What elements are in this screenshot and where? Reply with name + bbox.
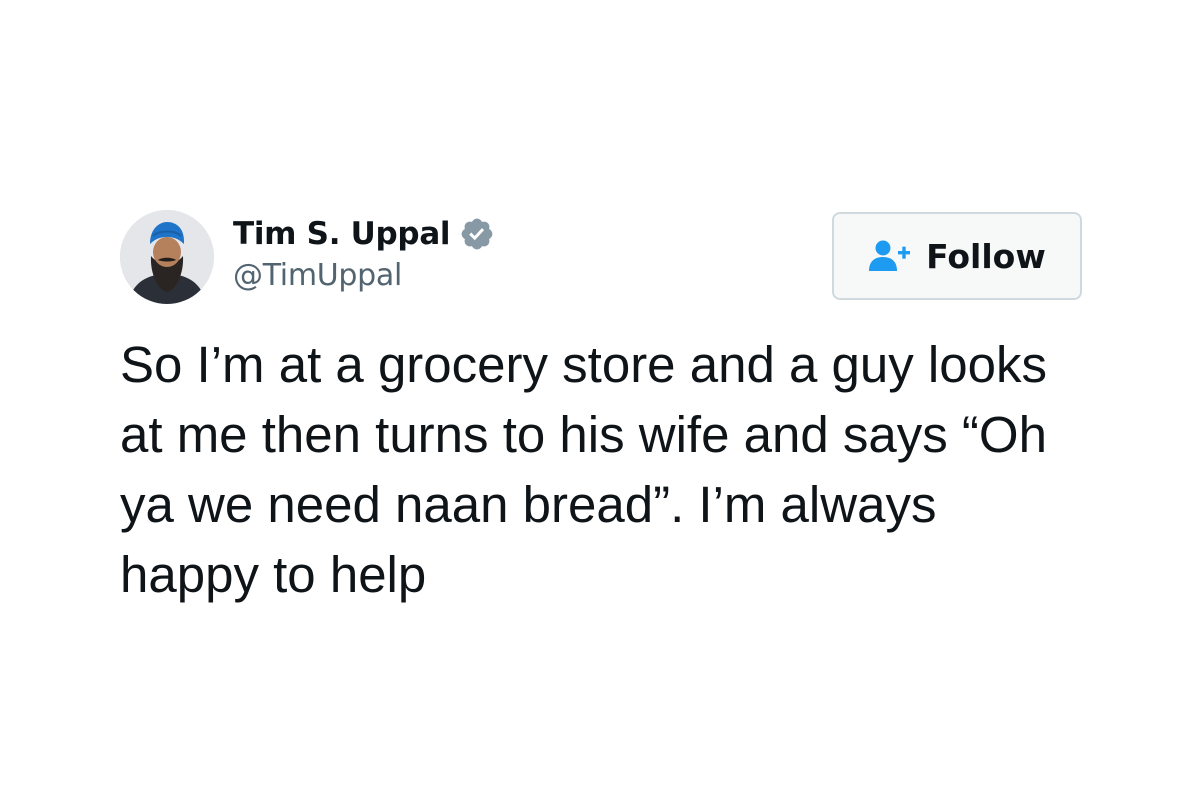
follow-button-label: Follow [926, 236, 1046, 276]
name-row: Tim S. Uppal [233, 214, 495, 254]
author-info: Tim S. Uppal @TimUppal [233, 214, 495, 293]
avatar[interactable] [120, 210, 214, 304]
tweet-card: Tim S. Uppal @TimUppal Follow So I’m at … [120, 210, 1082, 610]
author-display-name[interactable]: Tim S. Uppal [233, 216, 451, 252]
follow-button[interactable]: Follow [832, 212, 1082, 300]
add-user-icon [869, 240, 911, 271]
tweet-text: So I’m at a grocery store and a guy look… [120, 336, 1047, 603]
avatar-image [120, 210, 214, 304]
author-handle[interactable]: @TimUppal [233, 258, 495, 293]
verified-badge-icon [461, 218, 493, 250]
tweet-header: Tim S. Uppal @TimUppal Follow [120, 210, 1082, 304]
